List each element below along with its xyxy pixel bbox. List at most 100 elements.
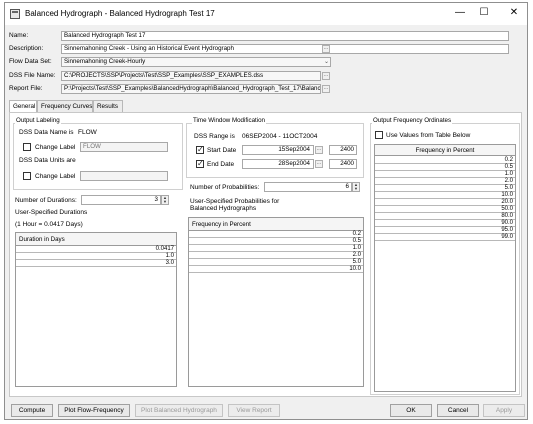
dss-range-value: 06SEP2004 - 11OCT2004	[242, 133, 318, 140]
tab-results[interactable]: Results	[93, 100, 123, 112]
ellipsis-icon: ...	[323, 45, 329, 51]
plot-flow-frequency-button[interactable]: Plot Flow-Frequency	[58, 404, 130, 417]
ordinates-table: Frequency in Percent 0.2 0.5 1.0 2.0 5.0…	[374, 144, 516, 392]
table-row[interactable]: 10.0	[189, 266, 363, 273]
spin-down-icon[interactable]: ▼	[353, 187, 359, 191]
end-date-checkbox[interactable]	[196, 159, 204, 168]
start-date-field[interactable]: 15Sep2004	[242, 145, 314, 155]
use-values-checkbox[interactable]	[375, 131, 383, 139]
end-date-calendar-button[interactable]: ...	[315, 160, 323, 168]
description-label: Description:	[9, 45, 44, 52]
time-window-title: Time Window Modification	[192, 117, 266, 124]
table-row[interactable]: 50.0	[375, 206, 515, 213]
probabilities-table: Frequency in Percent 0.2 0.5 1.0 2.0 5.0…	[188, 217, 364, 387]
apply-button[interactable]: Apply	[483, 404, 525, 417]
dss-file-browse-button[interactable]: ...	[322, 72, 330, 80]
general-tab-panel: Output Labeling DSS Data Name is FLOW Ch…	[9, 112, 522, 397]
change-label-name-field[interactable]: FLOW	[80, 142, 168, 152]
table-row[interactable]: 2.0	[189, 252, 363, 259]
report-file-label: Report File:	[9, 85, 43, 92]
table-row[interactable]: 1.0	[189, 245, 363, 252]
dss-file-name-label: DSS File Name:	[9, 72, 56, 79]
flow-data-set-dropdown[interactable]: Sinnemahoning Creek-Hourly	[61, 57, 331, 67]
report-file-browse-button[interactable]: ...	[322, 85, 330, 93]
dss-data-units-label: DSS Data Units are	[19, 157, 76, 164]
tab-frequency-curves[interactable]: Frequency Curves	[37, 100, 93, 112]
description-browse-button[interactable]: ...	[322, 45, 330, 53]
table-row[interactable]: 2.0	[375, 178, 515, 185]
cancel-button[interactable]: Cancel	[437, 404, 479, 417]
table-row[interactable]: 95.0	[375, 227, 515, 234]
chevron-down-icon[interactable]: ⌄	[324, 58, 329, 65]
end-time-field[interactable]: 2400	[329, 159, 357, 169]
table-row[interactable]: 0.2	[375, 157, 515, 164]
ordinates-column-header: Frequency in Percent	[375, 145, 515, 156]
dss-range-label: DSS Range is	[194, 133, 235, 140]
balanced-hydrographs-label: Balanced Hydrographs	[190, 205, 257, 212]
number-of-probabilities-label: Number of Probabilities:	[190, 184, 260, 191]
number-of-durations-label: Number of Durations:	[15, 197, 77, 204]
window-title: Balanced Hydrograph - Balanced Hydrograp…	[25, 9, 215, 18]
close-button[interactable]: ✕	[507, 7, 521, 19]
change-label-units-field[interactable]	[80, 171, 168, 181]
balanced-hydrograph-window: Balanced Hydrograph - Balanced Hydrograp…	[4, 2, 528, 420]
table-row[interactable]: 1.0	[16, 253, 176, 260]
name-field[interactable]: Balanced Hydrograph Test 17	[61, 31, 509, 41]
table-row[interactable]: 3.0	[16, 260, 176, 267]
table-row[interactable]: 90.0	[375, 220, 515, 227]
end-date-label: End Date	[207, 161, 235, 168]
start-date-calendar-button[interactable]: ...	[315, 146, 323, 154]
table-row[interactable]: 5.0	[375, 185, 515, 192]
table-row[interactable]: 20.0	[375, 199, 515, 206]
durations-column-header: Duration in Days	[16, 233, 176, 246]
change-label-name-label: Change Label	[35, 144, 76, 151]
spin-down-icon[interactable]: ▼	[162, 200, 168, 204]
ellipsis-icon: ...	[316, 160, 322, 166]
user-specified-durations-label: User-Specified Durations	[15, 209, 88, 216]
ellipsis-icon: ...	[323, 72, 329, 78]
hour-conversion-note: (1 Hour = 0.0417 Days)	[15, 221, 83, 228]
table-row[interactable]: 0.5	[375, 164, 515, 171]
minimize-button[interactable]: —	[453, 7, 467, 19]
compute-button[interactable]: Compute	[11, 404, 53, 417]
use-values-label: Use Values from Table Below	[386, 132, 471, 139]
end-date-field[interactable]: 28Sep2004	[242, 159, 314, 169]
description-field[interactable]: Sinnemahoning Creek - Using an Historica…	[61, 44, 509, 54]
number-of-probabilities-field[interactable]: 6	[264, 182, 352, 192]
table-row[interactable]: 0.5	[189, 238, 363, 245]
number-of-durations-field[interactable]: 3	[81, 195, 161, 205]
dss-data-name-value: FLOW	[78, 129, 97, 136]
title-bar: Balanced Hydrograph - Balanced Hydrograp…	[5, 3, 527, 25]
maximize-button[interactable]: ☐	[477, 7, 491, 19]
table-row[interactable]: 5.0	[189, 259, 363, 266]
change-label-units-label: Change Label	[35, 173, 76, 180]
table-row[interactable]: 80.0	[375, 213, 515, 220]
table-row[interactable]: 99.0	[375, 234, 515, 241]
ok-button[interactable]: OK	[390, 404, 432, 417]
ellipsis-icon: ...	[316, 146, 322, 152]
durations-spinner[interactable]: ▲ ▼	[161, 195, 169, 205]
user-specified-probabilities-label: User-Specified Probabilities for	[190, 198, 280, 205]
table-row[interactable]: 0.2	[189, 231, 363, 238]
output-labeling-title: Output Labeling	[15, 117, 61, 124]
plot-balanced-hydrograph-button[interactable]: Plot Balanced Hydrograph	[135, 404, 223, 417]
start-date-label: Start Date	[207, 147, 237, 154]
durations-table: Duration in Days 0.0417 1.0 3.0	[15, 232, 177, 387]
report-file-field: P:\Projects\Test\SSP_Examples\BalancedHy…	[61, 84, 321, 94]
change-label-units-checkbox[interactable]	[23, 172, 31, 180]
view-report-button[interactable]: View Report	[228, 404, 280, 417]
ellipsis-icon: ...	[323, 85, 329, 91]
probabilities-column-header: Frequency in Percent	[189, 218, 363, 231]
probabilities-spinner[interactable]: ▲ ▼	[352, 182, 360, 192]
start-time-field[interactable]: 2400	[329, 145, 357, 155]
start-date-checkbox[interactable]	[196, 145, 204, 154]
table-row[interactable]: 10.0	[375, 192, 515, 199]
flow-data-set-label: Flow Data Set:	[9, 58, 52, 65]
app-icon	[10, 9, 20, 19]
name-label: Name:	[9, 32, 29, 39]
table-row[interactable]: 0.0417	[16, 246, 176, 253]
change-label-name-checkbox[interactable]	[23, 143, 31, 151]
dss-file-name-field: C:\PROJECTS\SSP\Projects\Test\SSP_Exampl…	[61, 71, 321, 81]
output-frequency-ordinates-title: Output Frequency Ordinates	[372, 117, 453, 124]
table-row[interactable]: 1.0	[375, 171, 515, 178]
